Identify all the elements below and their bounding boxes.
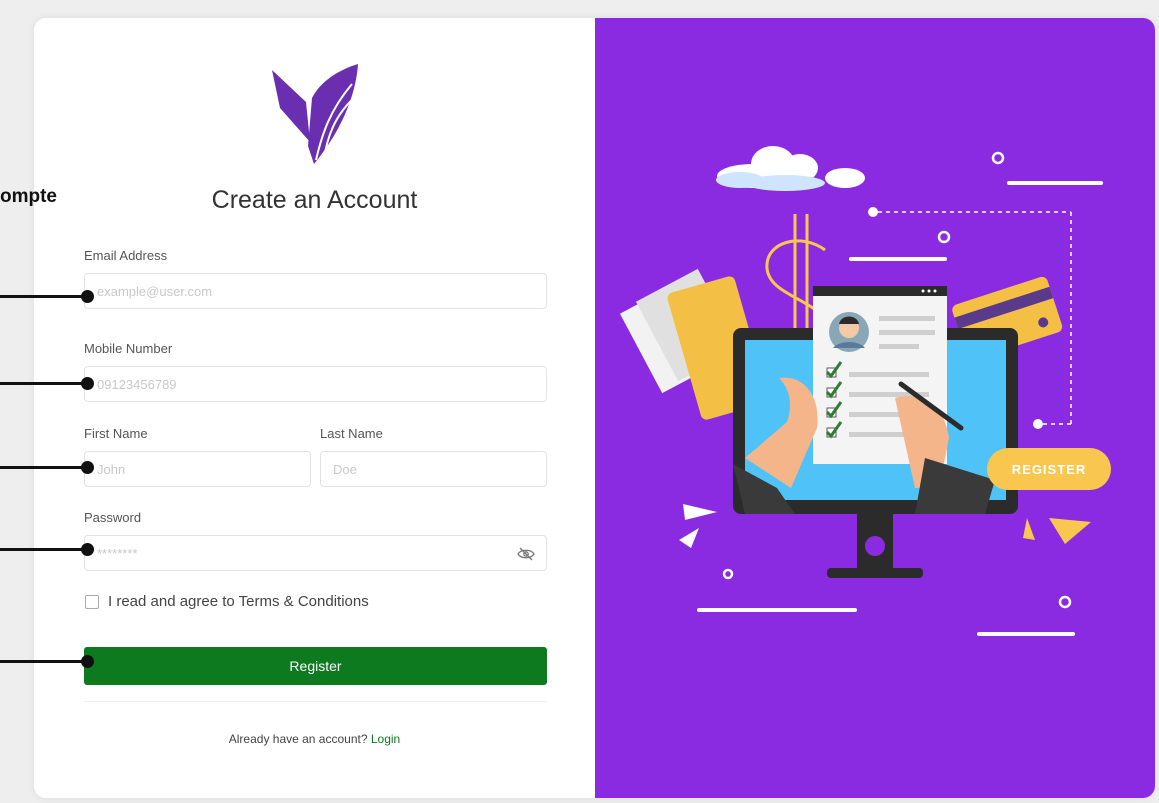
pointer-dot <box>81 377 94 390</box>
pointer-dot <box>81 461 94 474</box>
form-panel: Create an Account Email Address Mobile N… <box>34 18 595 798</box>
divider <box>84 701 547 702</box>
page-title: Create an Account <box>211 186 418 214</box>
register-button[interactable]: Register <box>84 647 547 685</box>
annotation-label: ompte <box>0 186 57 207</box>
email-field[interactable] <box>84 273 547 309</box>
logo-leaf-icon <box>272 64 358 164</box>
avatar-icon <box>829 312 869 352</box>
register-illustration: REGISTER <box>619 146 1111 636</box>
register-badge-text: REGISTER <box>1012 462 1086 477</box>
mobile-label: Mobile Number <box>84 341 173 356</box>
pointer-dot <box>81 655 94 668</box>
footer-text: Already have an account? <box>228 732 368 746</box>
last-name-field[interactable] <box>320 451 547 487</box>
password-label: Password <box>84 510 142 525</box>
eye-off-icon[interactable] <box>517 547 535 561</box>
password-field[interactable] <box>84 535 547 571</box>
annotation-pointer <box>0 290 94 303</box>
terms-label: I read and agree to Terms & Conditions <box>108 593 369 610</box>
first-name-label: First Name <box>84 426 148 441</box>
annotation-pointer <box>0 461 94 474</box>
annotation-pointer <box>0 377 94 390</box>
annotation-pointer <box>0 543 94 556</box>
terms-checkbox[interactable] <box>85 595 99 609</box>
pointer-dot <box>81 543 94 556</box>
illustration-panel: REGISTER <box>595 18 1155 798</box>
email-label: Email Address <box>84 248 168 263</box>
login-prompt: Already have an account? Login <box>34 732 595 746</box>
register-badge: REGISTER <box>987 448 1111 490</box>
mobile-field[interactable] <box>84 366 547 402</box>
annotation-pointer <box>0 655 94 668</box>
first-name-field[interactable] <box>84 451 311 487</box>
login-link[interactable]: Login <box>371 732 400 746</box>
register-card: Create an Account Email Address Mobile N… <box>34 18 1155 798</box>
last-name-label: Last Name <box>320 426 383 441</box>
pointer-dot <box>81 290 94 303</box>
cloud-icon <box>716 146 865 191</box>
